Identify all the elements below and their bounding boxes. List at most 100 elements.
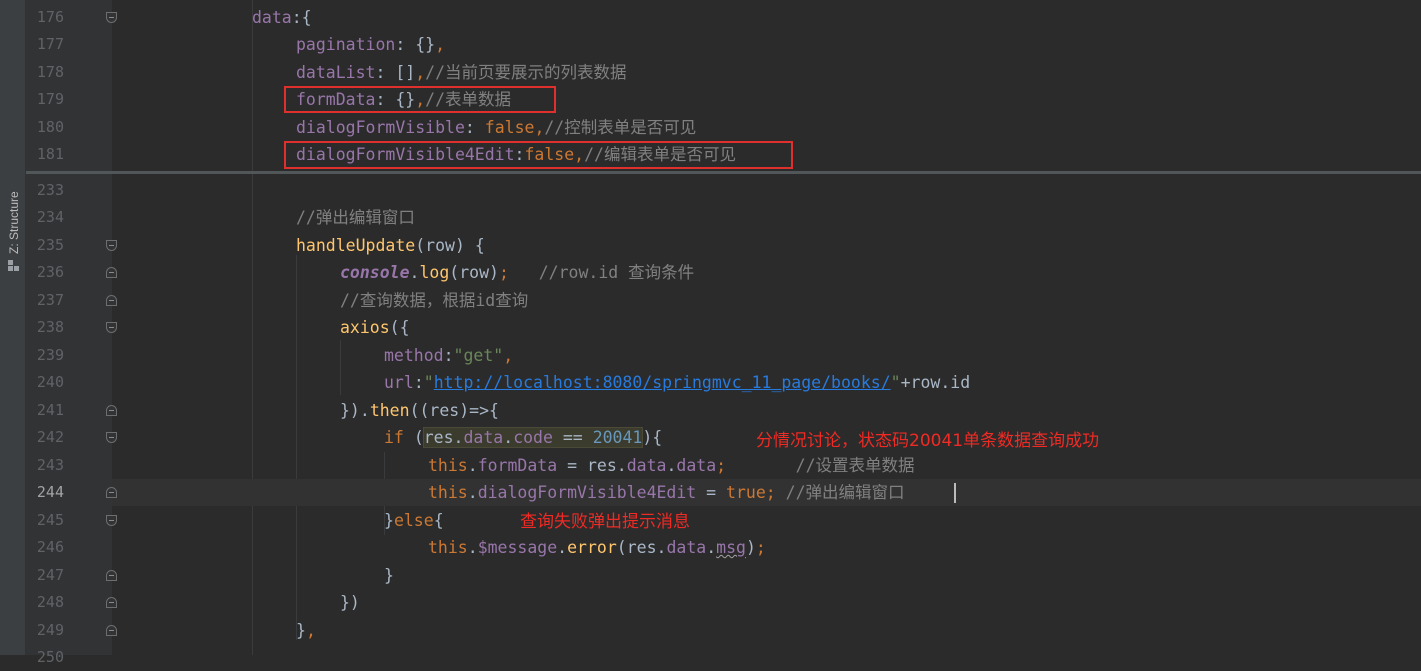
code-line[interactable]: }).then((res)=>{ — [340, 397, 499, 424]
code-token: dialogFormVisible4Edit — [477, 483, 697, 502]
code-line[interactable]: }) — [340, 589, 360, 616]
code-line[interactable]: data:{ — [252, 4, 312, 31]
annotation-failure: 查询失败弹出提示消息 — [520, 512, 690, 532]
line-number: 239 — [36, 346, 64, 364]
line-number: 235 — [36, 236, 64, 254]
fold-end-icon[interactable] — [106, 625, 117, 636]
fold-end-icon[interactable] — [106, 405, 117, 416]
indent-guide — [296, 255, 297, 640]
code-token: res.data.code == 20041 — [422, 427, 644, 448]
code-token: $message — [477, 538, 558, 557]
line-number: 233 — [36, 181, 64, 199]
line-number: 179 — [36, 90, 64, 108]
code-token: else — [393, 511, 434, 530]
code-token: http://localhost:8080/springmvc_11_page/… — [433, 373, 891, 392]
structure-icon — [8, 260, 20, 272]
code-line[interactable]: axios({ — [340, 314, 410, 341]
code-token: data — [252, 8, 292, 27]
code-token: : — [443, 346, 454, 365]
code-token: data — [666, 538, 707, 557]
fold-collapse-icon[interactable] — [106, 515, 117, 526]
fold-end-icon[interactable] — [106, 597, 117, 608]
code-token: . — [467, 538, 478, 557]
code-line[interactable]: if (res.data.code == 20041){ — [384, 424, 662, 451]
code-line[interactable]: dataList: [],//当前页要展示的列表数据 — [296, 59, 627, 86]
code-line[interactable]: }else{ — [384, 507, 444, 534]
fold-collapse-icon[interactable] — [106, 432, 117, 443]
line-number: 181 — [36, 145, 64, 163]
code-line[interactable]: handleUpdate(row) { — [296, 232, 485, 259]
fold-end-icon[interactable] — [106, 295, 117, 306]
code-token: msg — [716, 538, 746, 557]
line-number: 236 — [36, 263, 64, 281]
code-token: , — [435, 35, 446, 54]
fold-end-icon[interactable] — [106, 267, 117, 278]
editor-split-separator[interactable] — [26, 171, 1421, 174]
code-token: formData — [477, 456, 558, 475]
code-token: . — [666, 456, 677, 475]
code-token: handleUpdate — [296, 236, 416, 255]
code-token: then — [369, 401, 410, 420]
fold-collapse-icon[interactable] — [106, 322, 117, 333]
code-line[interactable]: dialogFormVisible: false,//控制表单是否可见 — [296, 114, 696, 141]
code-token: method — [384, 346, 444, 365]
line-number: 180 — [36, 118, 64, 136]
code-line[interactable]: pagination: {}, — [296, 31, 445, 58]
structure-tool-tab[interactable]: Z: Structure — [0, 172, 26, 282]
code-line[interactable]: this.dialogFormVisible4Edit = true; //弹出… — [428, 479, 905, 506]
code-token: ({ — [389, 318, 410, 337]
fold-end-icon[interactable] — [106, 570, 117, 581]
code-token: }). — [340, 401, 370, 420]
line-number: 234 — [36, 208, 64, 226]
code-token: //查询数据，根据id查询 — [340, 291, 529, 310]
code-token: " — [890, 373, 901, 392]
code-line[interactable]: //弹出编辑窗口 — [296, 204, 415, 231]
code-token: //设置表单数据 — [795, 456, 915, 475]
line-number: 241 — [36, 401, 64, 419]
line-number: 178 — [36, 63, 64, 81]
code-token: "get" — [453, 346, 504, 365]
fold-collapse-icon[interactable] — [106, 12, 117, 23]
fold-collapse-icon[interactable] — [106, 240, 117, 251]
code-token: data — [626, 456, 667, 475]
code-token: //row.id 查询条件 — [538, 263, 695, 282]
code-token: //控制表单是否可见 — [544, 118, 697, 137]
line-number: 249 — [36, 621, 64, 639]
code-line[interactable]: method:"get", — [384, 342, 513, 369]
line-number: 248 — [36, 593, 64, 611]
code-line[interactable]: console.log(row); //row.id 查询条件 — [340, 259, 694, 286]
code-token: ; — [498, 263, 509, 282]
code-token: . — [409, 263, 420, 282]
code-line[interactable]: url:"http://localhost:8080/springmvc_11_… — [384, 369, 970, 396]
code-token: : {} — [395, 35, 436, 54]
code-line[interactable]: //查询数据，根据id查询 — [340, 287, 528, 314]
code-token: data — [676, 456, 717, 475]
code-token: (row) { — [415, 236, 485, 255]
fold-end-icon[interactable] — [106, 487, 117, 498]
code-line[interactable]: } — [384, 562, 394, 589]
line-number: 243 — [36, 456, 64, 474]
code-token: //弹出编辑窗口 — [785, 483, 905, 502]
code-token: = — [696, 483, 727, 502]
code-token: , — [503, 346, 514, 365]
code-line[interactable]: this.formData = res.data.data; //设置表单数据 — [428, 452, 915, 479]
code-line[interactable]: this.$message.error(res.data.msg); — [428, 534, 766, 561]
code-token: ( — [413, 428, 424, 447]
line-number: 250 — [36, 648, 64, 666]
code-token: true — [726, 483, 766, 502]
code-token: +row. — [900, 373, 951, 392]
code-token: pagination — [296, 35, 396, 54]
code-token: . — [706, 538, 717, 557]
text-caret — [954, 483, 956, 503]
code-token: . — [467, 456, 478, 475]
code-line[interactable]: }, — [296, 617, 316, 644]
code-token: this — [428, 483, 468, 502]
indent-guide — [252, 174, 253, 655]
code-token: error — [567, 538, 617, 557]
code-token: , — [415, 63, 426, 82]
code-token: , — [305, 621, 316, 640]
code-token: (row) — [449, 263, 499, 282]
code-token: log — [419, 263, 450, 282]
highlight-box-dialog-edit — [284, 141, 793, 169]
